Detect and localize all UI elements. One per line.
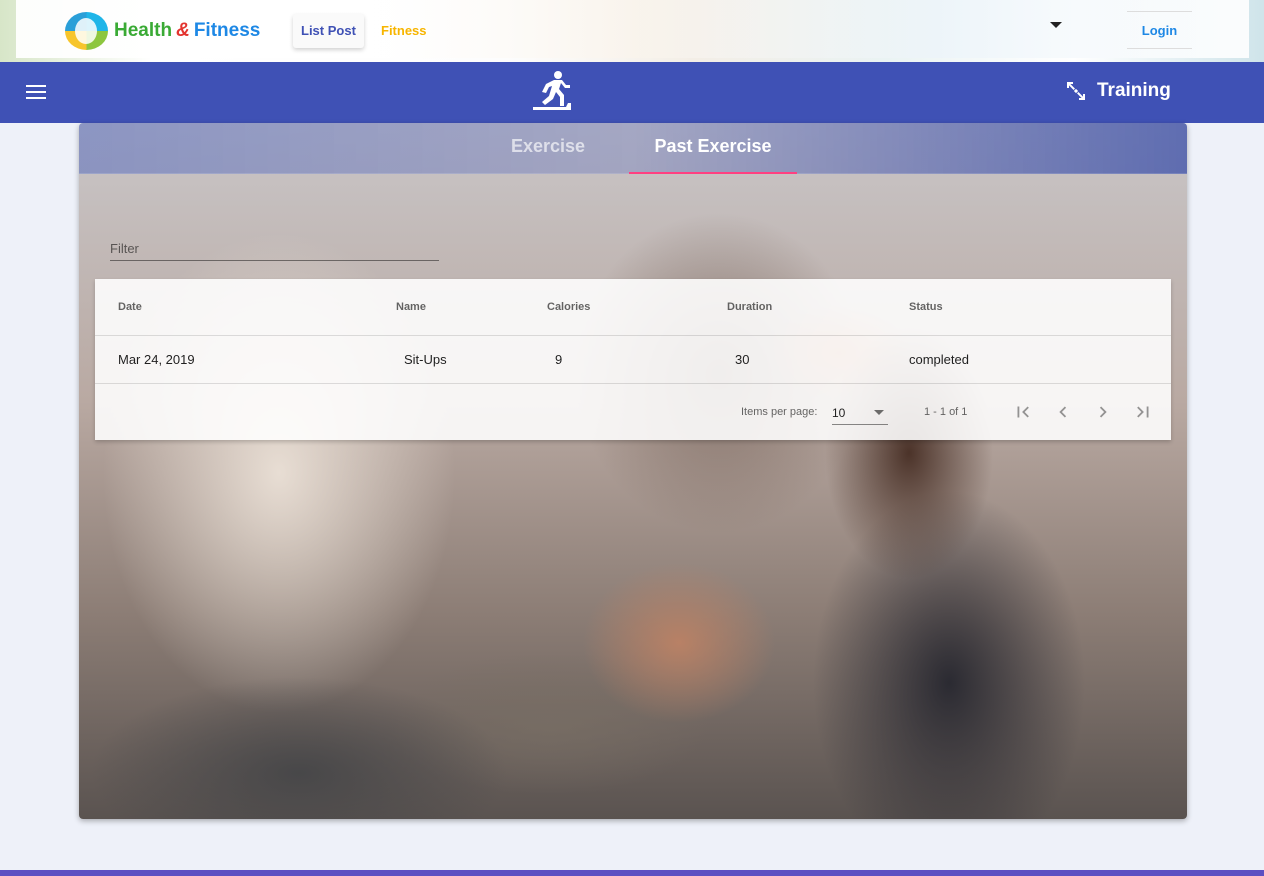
brand-word-health: Health <box>114 20 173 41</box>
runner-logo-icon <box>65 12 108 50</box>
site-logo[interactable]: Health & Fitness <box>65 12 260 50</box>
fitness-icon <box>1064 79 1088 103</box>
site-header: Health & Fitness List Post Fitness Login <box>0 0 1264 62</box>
items-per-page-value: 10 <box>832 406 846 420</box>
previous-page-icon[interactable] <box>1052 401 1074 423</box>
cell-date: Mar 24, 2019 <box>118 352 195 367</box>
cell-duration: 30 <box>735 352 750 367</box>
past-exercise-table: Date Name Calories Duration Status Mar 2… <box>95 279 1171 440</box>
select-arrow-icon <box>874 410 884 415</box>
brand-ampersand: & <box>176 20 190 41</box>
brand-name: Health & Fitness <box>114 20 260 42</box>
filter-input[interactable] <box>110 237 439 259</box>
training-card: Exercise Past Exercise Date Name Calorie… <box>79 123 1187 819</box>
footer-strip <box>0 870 1264 876</box>
table-header-row: Date Name Calories Duration Status <box>95 279 1171 336</box>
cell-status: completed <box>909 352 969 367</box>
tab-exercise[interactable]: Exercise <box>496 123 600 174</box>
items-per-page-label: Items per page: <box>741 406 818 418</box>
table-row: Mar 24, 2019 Sit-Ups 9 30 completed <box>95 336 1171 384</box>
column-header-name[interactable]: Name <box>396 301 426 313</box>
dropdown-caret-icon[interactable] <box>1050 22 1062 28</box>
app-toolbar: Training <box>0 62 1264 123</box>
column-header-date[interactable]: Date <box>118 301 142 313</box>
page-range-label: 1 - 1 of 1 <box>924 406 968 418</box>
column-header-status[interactable]: Status <box>909 301 943 313</box>
cell-calories: 9 <box>555 352 563 367</box>
column-header-duration[interactable]: Duration <box>727 301 772 313</box>
training-link[interactable]: Training <box>1064 79 1171 103</box>
tab-bar: Exercise Past Exercise <box>79 123 1187 174</box>
last-page-icon[interactable] <box>1132 401 1154 423</box>
cell-name: Sit-Ups <box>404 352 447 367</box>
nav-list-post[interactable]: List Post <box>293 14 364 48</box>
login-button[interactable]: Login <box>1127 11 1192 49</box>
brand-word-fitness: Fitness <box>193 20 261 41</box>
nav-fitness[interactable]: Fitness <box>373 14 435 48</box>
menu-icon[interactable] <box>26 85 46 101</box>
filter-field <box>110 237 439 261</box>
next-page-icon[interactable] <box>1092 401 1114 423</box>
first-page-icon[interactable] <box>1012 401 1034 423</box>
training-label: Training <box>1097 80 1171 101</box>
column-header-calories[interactable]: Calories <box>547 301 590 313</box>
tab-past-exercise[interactable]: Past Exercise <box>629 123 797 174</box>
treadmill-icon[interactable] <box>530 70 574 114</box>
paginator: Items per page: 10 1 - 1 of 1 <box>95 384 1171 440</box>
items-per-page-select[interactable]: 10 <box>832 399 888 425</box>
